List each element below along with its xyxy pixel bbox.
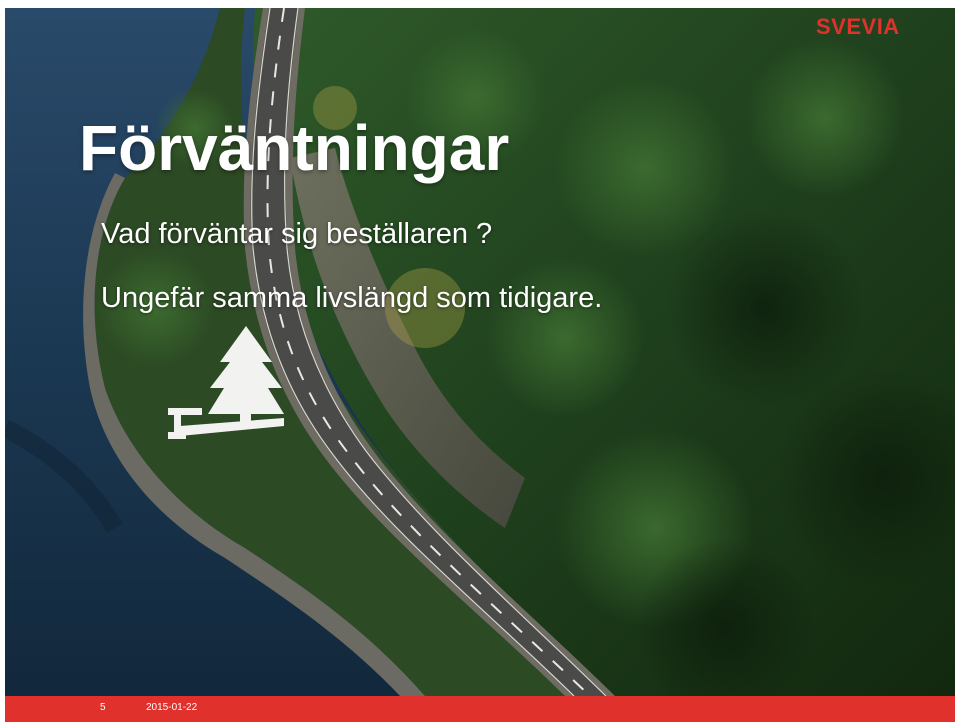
footer-bar: 5 2015-01-22: [5, 696, 955, 722]
svevia-logo: SVEVIA: [816, 14, 900, 39]
tree-on-ground-icon: [168, 326, 284, 439]
slide-title: Förväntningar: [79, 112, 510, 184]
slide: SVEVIA Förväntningar Vad förväntar sig b…: [0, 0, 957, 724]
slide-date: 2015-01-22: [146, 702, 198, 713]
bullet-item-2: Ungefär samma livslängd som tidigare.: [101, 282, 603, 314]
slide-number: 5: [100, 702, 106, 713]
bullet-item-1: Vad förväntar sig beställaren ?: [101, 218, 493, 250]
